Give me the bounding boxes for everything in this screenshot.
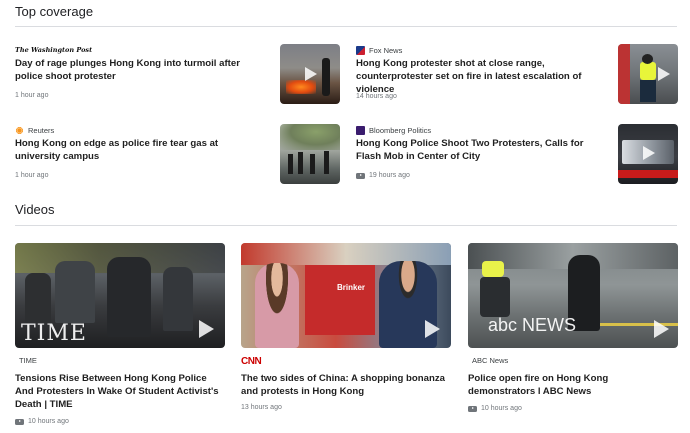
police-silhouette (55, 261, 95, 323)
bloomberg-logo (356, 125, 365, 135)
yellow-vest-shape (482, 261, 504, 277)
video-thumbnail[interactable]: abc NEWS (468, 243, 678, 348)
video-card[interactable]: TIME TIME Tensions Rise Between Hong Kon… (15, 243, 225, 433)
story-card[interactable]: The Washington Post Day of rage plunges … (15, 44, 340, 106)
video-thumbnail[interactable]: Brinker (241, 243, 451, 348)
video-icon (468, 405, 477, 412)
video-time: 10 hours ago (15, 418, 69, 425)
fire-shape (286, 80, 316, 94)
story-headline[interactable]: Hong Kong protester shot at close range,… (356, 57, 604, 96)
story-time: 14 hours ago (356, 93, 397, 100)
video-icon (356, 172, 365, 179)
story-card[interactable]: Reuters Hong Kong on edge as police fire… (15, 124, 340, 186)
red-banner-shape (618, 44, 630, 104)
video-source[interactable]: TIME (15, 356, 37, 365)
video-card[interactable]: Brinker CNN The two sides of China: A sh… (241, 243, 451, 433)
helmet-shape (642, 54, 653, 64)
police-silhouette (107, 257, 151, 337)
play-icon (199, 320, 214, 338)
video-headline[interactable]: Tensions Rise Between Hong Kong Police A… (15, 372, 223, 411)
story-thumbnail[interactable] (280, 44, 340, 104)
abc-news-watermark: abc NEWS (488, 315, 577, 335)
play-icon (305, 67, 317, 81)
time-watermark: TIME (21, 321, 87, 346)
reuters-logo (15, 125, 24, 135)
story-thumbnail[interactable] (618, 44, 678, 104)
video-headline[interactable]: The two sides of China: A shopping bonan… (241, 372, 449, 398)
play-icon (425, 320, 440, 338)
video-headline[interactable]: Police open fire on Hong Kong demonstrat… (468, 372, 676, 398)
story-headline[interactable]: Hong Kong on edge as police fire tear ga… (15, 137, 263, 163)
video-thumbnail[interactable]: TIME (15, 243, 225, 348)
video-icon (15, 418, 24, 425)
story-time: 1 hour ago (15, 92, 49, 99)
red-booth-shape (305, 265, 375, 335)
video-source[interactable]: CNN (241, 356, 262, 367)
video-time: 13 hours ago (241, 404, 282, 411)
story-thumbnail[interactable] (618, 124, 678, 184)
red-banner-shape (618, 170, 678, 178)
banner-text: Brinker (337, 283, 366, 292)
story-time: 19 hours ago (356, 172, 410, 179)
story-source[interactable]: Fox News (356, 44, 402, 56)
story-headline[interactable]: Hong Kong Police Shoot Two Protesters, C… (356, 137, 604, 163)
person-silhouette (324, 151, 329, 174)
video-source[interactable]: ABC News (468, 356, 508, 365)
cnn-logo: CNN (241, 356, 262, 367)
police-silhouette (25, 273, 51, 323)
story-source[interactable]: Reuters (15, 124, 54, 136)
play-icon (654, 320, 669, 338)
video-card[interactable]: abc NEWS ABC News Police open fire on Ho… (468, 243, 678, 433)
police-silhouette (480, 277, 510, 317)
story-time: 1 hour ago (15, 172, 49, 179)
video-time: 10 hours ago (468, 405, 522, 412)
yellow-vest-shape (640, 62, 656, 80)
person-silhouette (322, 58, 330, 96)
person-silhouette (298, 152, 303, 174)
play-icon (658, 67, 670, 81)
section-title-top-coverage: Top coverage (15, 4, 94, 19)
play-icon (643, 146, 655, 160)
divider (15, 225, 677, 226)
fox-news-logo (356, 45, 365, 55)
story-card[interactable]: Bloomberg Politics Hong Kong Police Shoo… (356, 124, 678, 186)
story-thumbnail[interactable] (280, 124, 340, 184)
person-silhouette (288, 154, 293, 174)
story-card[interactable]: Fox News Hong Kong protester shot at clo… (356, 44, 678, 106)
section-title-videos: Videos (15, 202, 55, 217)
story-headline[interactable]: Day of rage plunges Hong Kong into turmo… (15, 57, 263, 83)
person-silhouette (310, 154, 315, 174)
story-source[interactable]: Bloomberg Politics (356, 124, 431, 136)
washington-post-logo: The Washington Post (15, 46, 93, 54)
person-silhouette (640, 80, 656, 102)
story-source[interactable]: The Washington Post (15, 44, 92, 56)
police-silhouette (163, 267, 193, 331)
woman-silhouette (255, 263, 299, 348)
tree-shape (280, 124, 340, 150)
divider (15, 26, 677, 27)
